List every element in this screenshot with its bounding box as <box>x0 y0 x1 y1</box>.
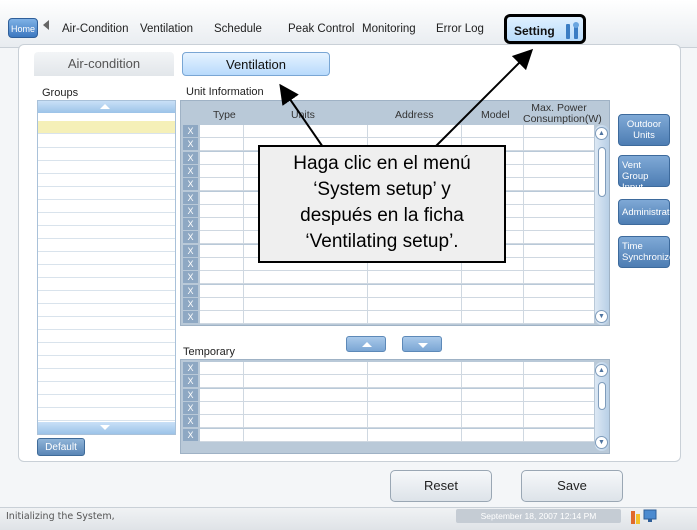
callout-line-3: después en la ficha <box>300 205 464 226</box>
callout-line-4: ‘Ventilating setup’. <box>305 231 459 252</box>
pointer-to-setting-tab <box>431 48 534 151</box>
callout-line-2: ‘System setup’ y <box>313 179 451 200</box>
annotation-arrows <box>279 48 534 151</box>
callout-line-1: Haga clic en el menú <box>293 153 471 174</box>
pointer-to-ventilation-tab <box>279 83 326 151</box>
instruction-callout: Haga clic en el menú ‘System setup’ y de… <box>258 145 506 263</box>
